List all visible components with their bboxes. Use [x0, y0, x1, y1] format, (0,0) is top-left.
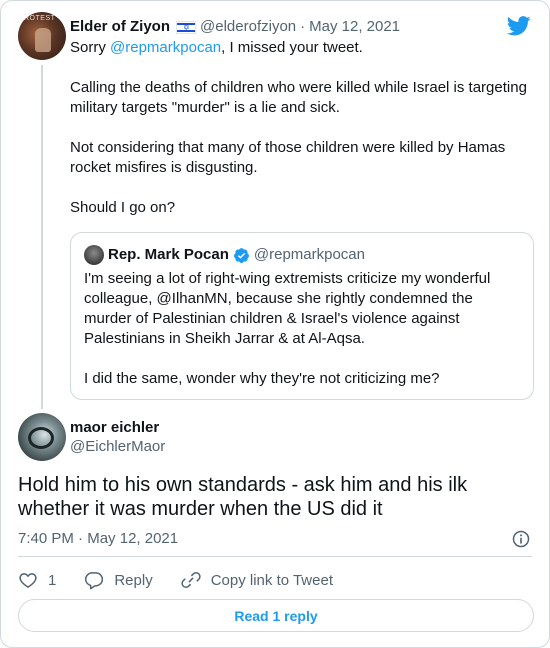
avatar-figure	[28, 427, 54, 449]
quote-author-name: Rep. Mark Pocan	[108, 246, 229, 263]
reply-time: 7:40 PM	[18, 530, 74, 547]
reply-prefix: Sorry	[70, 39, 111, 56]
parent-paragraph-2: Not considering that many of those child…	[70, 139, 506, 176]
reply-timestamp[interactable]: 7:40 PM · May 12, 2021	[18, 529, 178, 549]
reply-author-name[interactable]: maor eichler	[70, 418, 159, 438]
verified-badge-icon	[233, 247, 249, 263]
avatar-text: ROTEST	[24, 15, 56, 22]
quote-paragraph-1: I'm seeing a lot of right-wing extremist…	[84, 270, 491, 347]
reply-button[interactable]: Reply	[84, 570, 153, 590]
link-icon	[181, 571, 201, 589]
reply-text: Hold him to his own standards - ask him …	[18, 474, 468, 520]
thread-line	[41, 65, 43, 409]
divider	[18, 556, 532, 557]
reply-label: Reply	[114, 571, 153, 589]
author-name[interactable]: Elder of Ziyon	[70, 17, 170, 37]
parent-paragraph-3: Should I go on?	[70, 199, 176, 216]
reply-bubble-icon	[85, 572, 104, 590]
reply-suffix: , I missed your tweet.	[221, 39, 363, 56]
like-count: 1	[48, 571, 57, 589]
quote-paragraph-2: I did the same, wonder why they're not c…	[84, 370, 440, 387]
dot-separator: ·	[78, 530, 84, 547]
avatar-figure	[35, 28, 51, 52]
reply-author-handle[interactable]: @EichlerMaor	[70, 437, 165, 457]
like-button[interactable]: 1	[18, 570, 56, 590]
read-replies-button[interactable]: Read 1 reply	[18, 599, 534, 632]
quote-header: Rep. Mark Pocan @repmarkpocan	[108, 245, 365, 265]
parent-paragraph-1: Calling the deaths of children who were …	[70, 79, 527, 116]
tweet-card: ROTEST Elder of Ziyon ✡ @elderofziyon · …	[0, 0, 550, 648]
tweet-date[interactable]: May 12, 2021	[309, 17, 400, 37]
quoted-tweet[interactable]: Rep. Mark Pocan @repmarkpocan I'm seeing…	[70, 232, 534, 400]
twitter-bird-icon[interactable]	[507, 16, 531, 36]
dot-separator: ·	[300, 18, 306, 35]
mention-link[interactable]: @repmarkpocan	[110, 39, 221, 56]
quote-author-handle: @repmarkpocan	[253, 246, 365, 263]
action-bar: 1 Reply Copy link to Tweet	[18, 569, 361, 591]
info-icon[interactable]	[511, 529, 531, 549]
heart-icon	[19, 573, 37, 588]
copy-link-button[interactable]: Copy link to Tweet	[181, 570, 333, 590]
israel-flag-icon: ✡	[176, 20, 197, 34]
author-handle[interactable]: @elderofziyon	[200, 17, 296, 37]
author-avatar[interactable]: ROTEST	[18, 12, 66, 60]
parent-header: Elder of Ziyon ✡ @elderofziyon · May 12,…	[70, 17, 400, 37]
reply-author-avatar[interactable]	[18, 413, 66, 461]
parent-reply-line: Sorry @repmarkpocan, I missed your tweet…	[70, 38, 530, 58]
quote-avatar	[84, 245, 104, 265]
copy-link-label: Copy link to Tweet	[210, 571, 333, 589]
reply-date: May 12, 2021	[87, 530, 179, 547]
